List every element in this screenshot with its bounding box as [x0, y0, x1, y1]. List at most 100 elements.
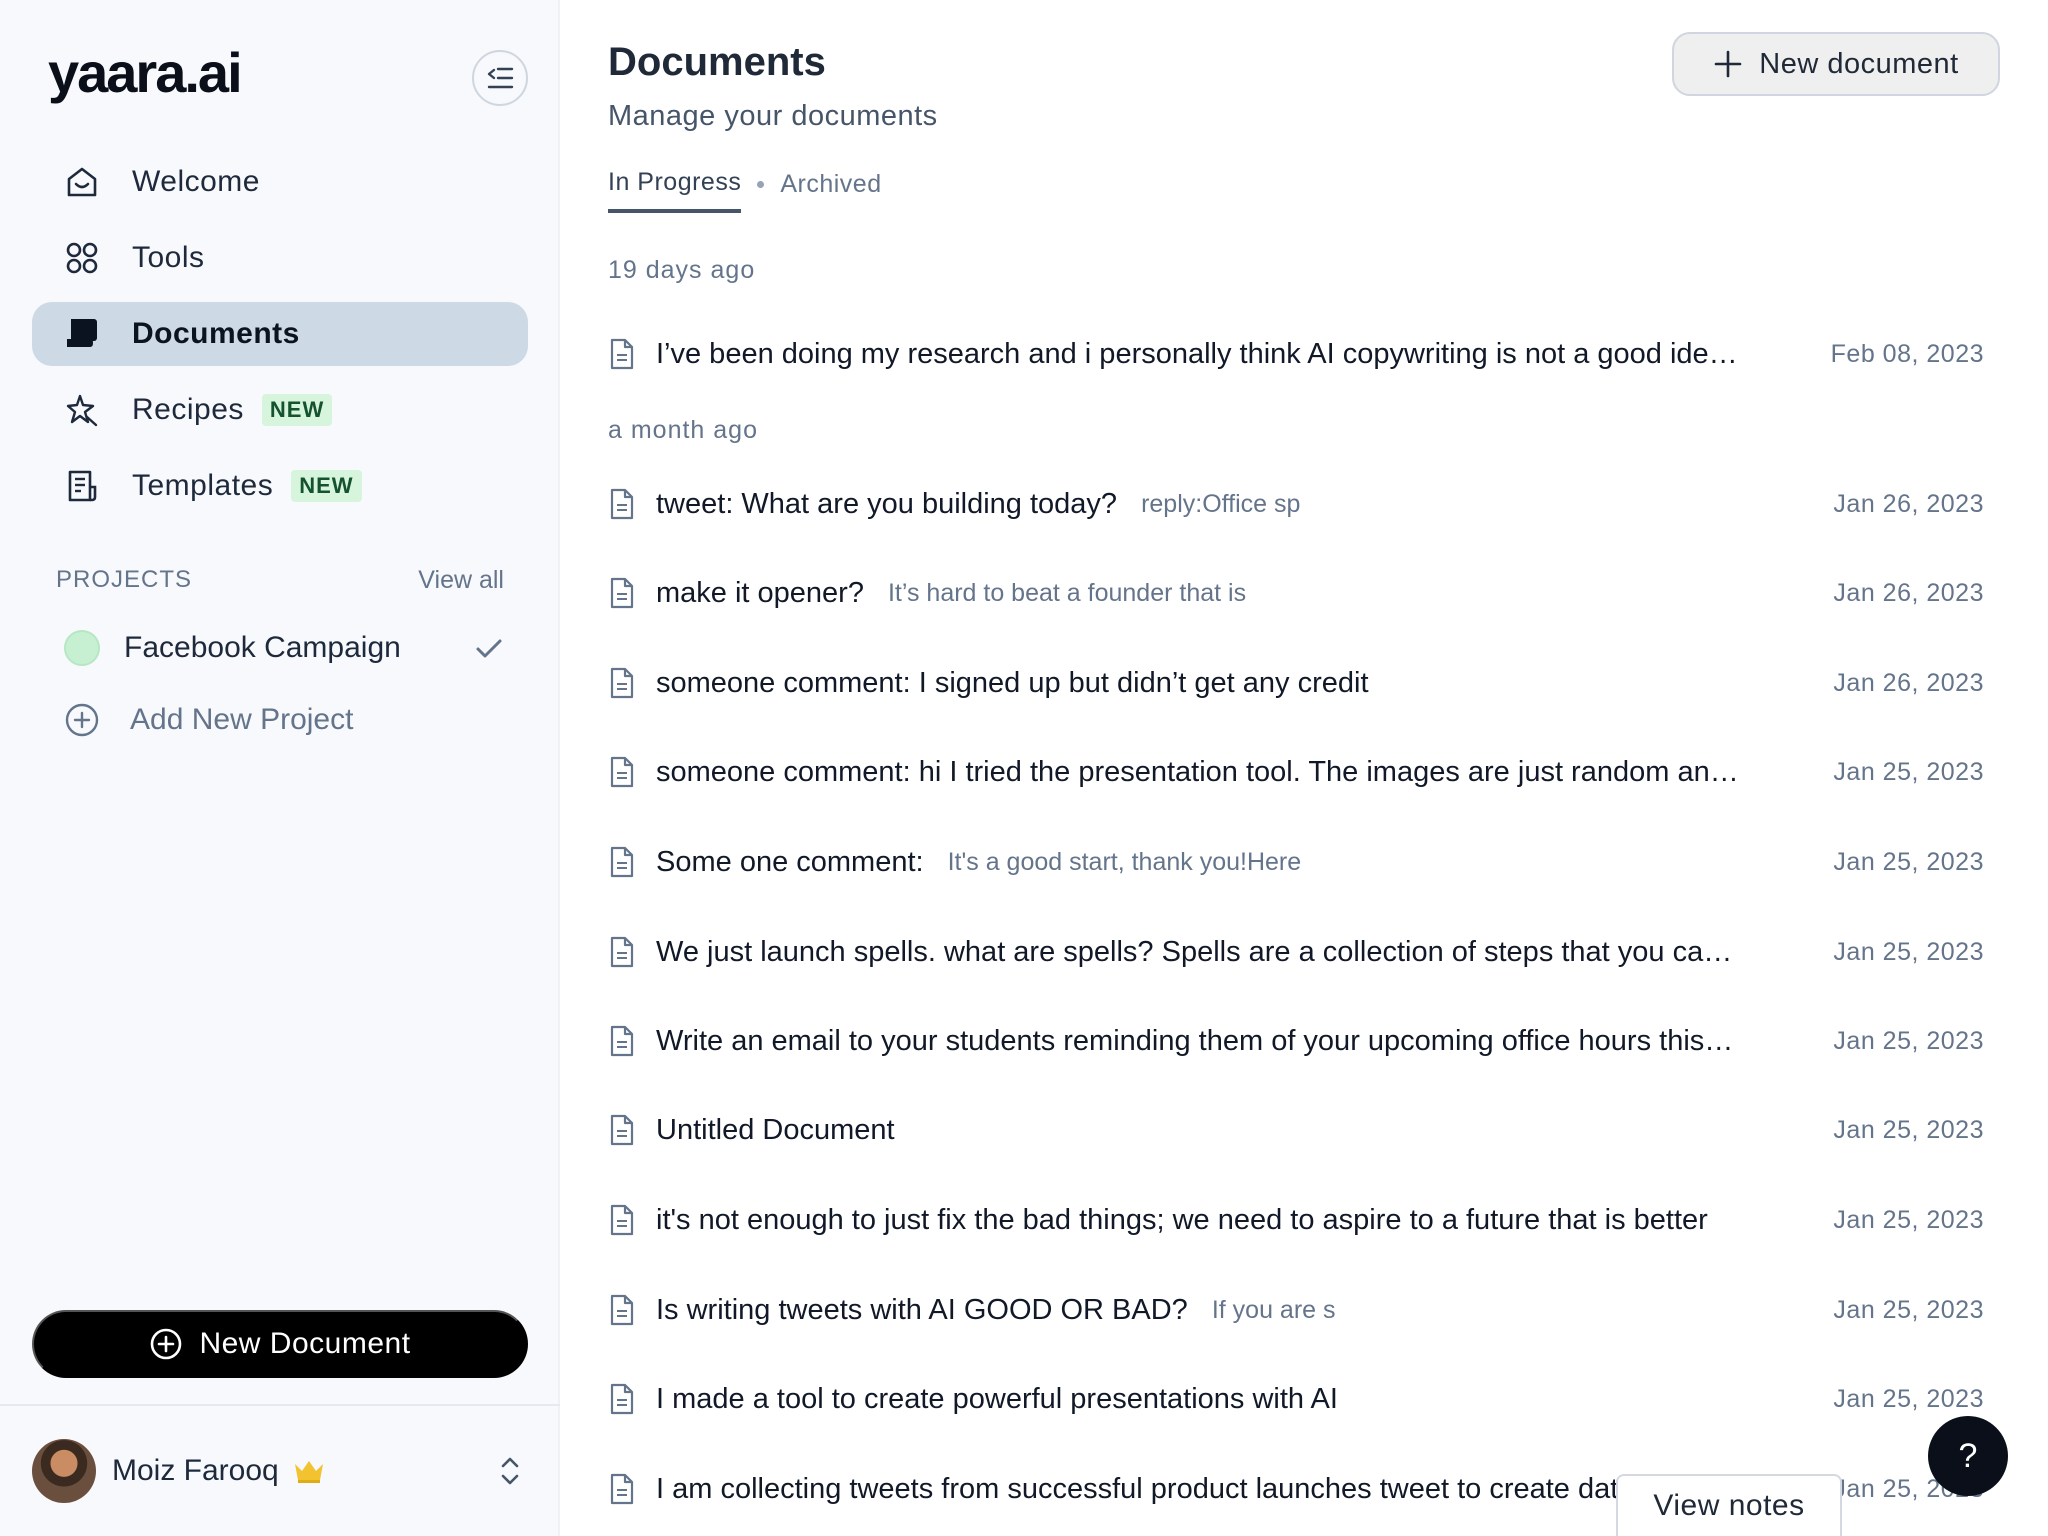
document-row[interactable]: make it opener? It’s hard to beat a foun… [608, 563, 1984, 623]
avatar [32, 1439, 96, 1503]
document-title: tweet: What are you building today? [656, 487, 1118, 520]
template-icon [62, 466, 102, 506]
sidebar: yaara.ai Welcome Tools Documents Recipes… [0, 0, 560, 1536]
home-icon [62, 162, 102, 202]
document-date: Jan 25, 2023 [1833, 1205, 1984, 1234]
sparkle-icon [62, 390, 102, 430]
document-title: someone comment: hi I tried the presenta… [656, 755, 1741, 788]
document-icon [610, 1473, 634, 1505]
document-icon [610, 1114, 634, 1146]
sidebar-nav: Welcome Tools Documents Recipes NEW Temp… [32, 150, 528, 530]
sidebar-item-welcome[interactable]: Welcome [32, 150, 528, 214]
document-row[interactable]: I made a tool to create powerful present… [608, 1369, 1984, 1429]
document-title: Some one comment: [656, 845, 924, 878]
check-icon [476, 639, 502, 658]
projects-header: PROJECTS View all [56, 566, 504, 595]
user-name: Moiz Farooq [112, 1454, 279, 1487]
document-date: Jan 26, 2023 [1833, 668, 1984, 697]
document-snippet: It’s hard to beat a founder that is [887, 578, 1247, 607]
plus-circle-icon [65, 703, 99, 737]
collapse-sidebar-button[interactable] [472, 50, 528, 106]
document-icon [610, 488, 634, 520]
document-title: Is writing tweets with AI GOOD OR BAD? [656, 1293, 1188, 1326]
documents-icon [62, 314, 102, 354]
sidebar-new-document-button[interactable]: New Document [32, 1310, 528, 1378]
sidebar-item-label: Tools [132, 241, 205, 274]
chevron-up-down-icon [501, 1457, 519, 1485]
document-row[interactable]: We just launch spells. what are spells? … [608, 922, 1984, 982]
document-icon [610, 667, 634, 699]
page-subtitle: Manage your documents [608, 100, 938, 132]
document-date: Jan 26, 2023 [1833, 578, 1984, 607]
tab-in-progress[interactable]: In Progress [608, 168, 742, 213]
document-date: Jan 25, 2023 [1833, 1026, 1984, 1055]
projects-label: PROJECTS [56, 566, 193, 593]
document-row[interactable]: Some one comment: It's a good start, tha… [608, 832, 1984, 892]
add-new-project-button[interactable]: Add New Project [64, 702, 353, 738]
sidebar-item-label: Documents [132, 317, 300, 350]
sidebar-item-documents[interactable]: Documents [32, 302, 528, 366]
document-icon [610, 338, 634, 370]
sidebar-item-recipes[interactable]: Recipes NEW [32, 378, 528, 442]
view-notes-button[interactable]: View notes [1616, 1474, 1842, 1536]
new-document-label: New document [1759, 47, 1959, 80]
sidebar-item-tools[interactable]: Tools [32, 226, 528, 290]
user-menu[interactable]: Moiz Farooq [0, 1404, 560, 1536]
document-icon [610, 1383, 634, 1415]
document-icon [610, 577, 634, 609]
tab-archived[interactable]: Archived [780, 170, 881, 211]
document-icon [610, 1294, 634, 1326]
document-row[interactable]: I’ve been doing my research and i person… [608, 324, 1984, 384]
project-name: Facebook Campaign [124, 631, 401, 664]
plus-circle-icon [151, 1328, 182, 1360]
document-snippet: It's a good start, thank you!Here [947, 847, 1302, 876]
document-title: make it opener? [656, 576, 864, 609]
tab-separator [757, 181, 765, 188]
document-snippet: If you are s [1211, 1295, 1336, 1324]
document-row[interactable]: it's not enough to just fix the bad thin… [608, 1190, 1984, 1250]
document-date: Jan 25, 2023 [1833, 1295, 1984, 1324]
document-row[interactable]: someone comment: I signed up but didn’t … [608, 653, 1984, 713]
document-date: Jan 25, 2023 [1833, 1384, 1984, 1413]
view-all-projects-link[interactable]: View all [418, 566, 504, 595]
document-date: Jan 25, 2023 [1833, 1115, 1984, 1144]
document-icon [610, 936, 634, 968]
new-document-button[interactable]: New document [1672, 32, 2000, 96]
document-title: it's not enough to just fix the bad thin… [656, 1203, 1708, 1236]
document-title: I made a tool to create powerful present… [656, 1382, 1338, 1415]
grid-icon [62, 238, 102, 278]
document-date: Jan 25, 2023 [1833, 937, 1984, 966]
document-icon [610, 1025, 634, 1057]
document-date: Jan 26, 2023 [1833, 489, 1984, 518]
document-row[interactable]: tweet: What are you building today? repl… [608, 474, 1984, 534]
sidebar-item-label: Recipes [132, 393, 244, 426]
main-content: Documents Manage your documents New docu… [560, 0, 2048, 1536]
document-title: someone comment: I signed up but didn’t … [656, 666, 1369, 699]
document-row[interactable]: someone comment: hi I tried the presenta… [608, 742, 1984, 802]
document-row[interactable]: Untitled Document Jan 25, 2023 [608, 1100, 1984, 1160]
new-document-label: New Document [199, 1327, 411, 1360]
add-new-project-label: Add New Project [130, 703, 354, 736]
crown-icon [294, 1461, 323, 1483]
app-logo[interactable]: yaara.ai [48, 40, 243, 105]
collapse-icon [487, 67, 514, 89]
document-title: Write an email to your students remindin… [656, 1024, 1741, 1057]
new-badge: NEW [261, 394, 333, 426]
document-row[interactable]: Is writing tweets with AI GOOD OR BAD? I… [608, 1280, 1984, 1340]
page-title: Documents [608, 40, 826, 84]
document-snippet: reply:Office sp [1141, 489, 1301, 518]
document-tabs: In Progress Archived [608, 168, 882, 213]
sidebar-item-templates[interactable]: Templates NEW [32, 454, 528, 518]
document-icon [610, 756, 634, 788]
help-button[interactable]: ? [1928, 1416, 2008, 1496]
document-row[interactable]: Write an email to your students remindin… [608, 1011, 1984, 1071]
group-label: a month ago [608, 416, 758, 444]
document-icon [610, 1204, 634, 1236]
document-title: I’ve been doing my research and i person… [656, 337, 1741, 370]
document-date: Feb 08, 2023 [1830, 339, 1984, 368]
document-title: Untitled Document [656, 1113, 895, 1146]
document-date: Jan 25, 2023 [1833, 847, 1984, 876]
sidebar-item-label: Welcome [132, 165, 260, 198]
project-color-dot [64, 630, 100, 666]
project-item[interactable]: Facebook Campaign [64, 626, 504, 670]
